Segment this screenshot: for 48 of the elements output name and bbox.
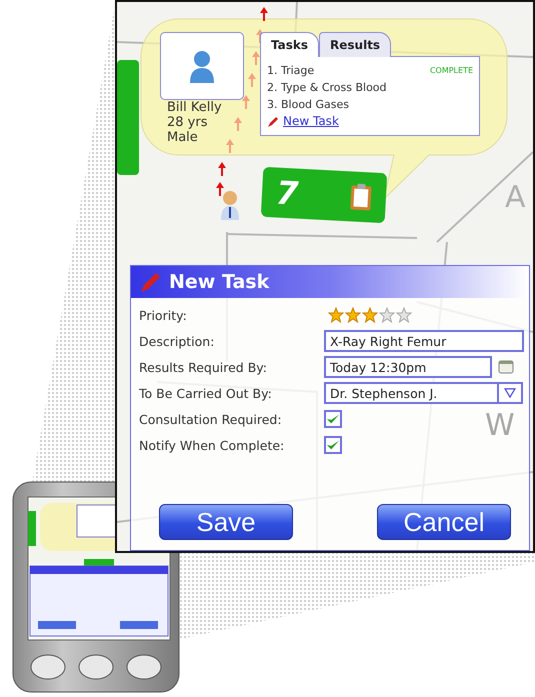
room-number: 7 (275, 174, 300, 213)
clipboard-icon (349, 182, 373, 212)
date-field[interactable]: Today 12:30pm (324, 356, 492, 378)
task-item: 2. Type & Cross Blood (267, 80, 387, 96)
star-icon (345, 307, 361, 323)
checkmark-icon (326, 412, 340, 426)
calendar-icon[interactable] (498, 360, 514, 374)
task-status: COMPLETE (430, 65, 473, 77)
route-arrow-icon (252, 51, 260, 65)
doctor-icon (220, 190, 240, 220)
map-label: A (505, 180, 526, 215)
route-arrow-icon (216, 182, 224, 196)
tab[interactable]: Tasks (260, 32, 320, 57)
task-item: 1. Triage (267, 63, 314, 79)
checkmark-icon (326, 438, 340, 452)
checkbox[interactable] (324, 436, 342, 454)
route-arrow-icon (260, 7, 268, 21)
field-label: Priority: (139, 308, 188, 322)
pen-icon (139, 270, 163, 294)
person-icon (188, 49, 216, 83)
route-arrow-icon (226, 139, 234, 153)
patient-age: 28 yrs (167, 115, 208, 130)
field-label: To Be Carried Out By: (139, 386, 273, 400)
pen-icon (267, 116, 279, 128)
patient-name: Bill Kelly (167, 100, 222, 115)
map-label: W (485, 408, 515, 443)
dialog-button[interactable]: Cancel (377, 504, 511, 540)
route-arrow-icon (234, 117, 242, 131)
field-label: Results Required By: (139, 360, 268, 374)
star-icon (379, 307, 395, 323)
dialog-button[interactable]: Save (159, 504, 293, 540)
dialog-title: New Task (169, 271, 270, 293)
checkbox[interactable] (324, 410, 342, 428)
patient-sex: Male (167, 130, 199, 145)
star-icon (328, 307, 344, 323)
field-label: Description: (139, 334, 216, 348)
assignee-dropdown[interactable]: Dr. Stephenson J. (324, 382, 523, 404)
route-arrow-icon (218, 162, 226, 176)
route-arrow-icon (248, 73, 256, 87)
field-label: Notify When Complete: (139, 438, 286, 452)
tab[interactable]: Results (319, 32, 392, 57)
route-arrow-icon (242, 95, 250, 109)
new-task-link[interactable]: New Task (283, 113, 339, 130)
task-item: 3. Blood Gases (267, 97, 350, 113)
description-field[interactable]: X-Ray Right Femur (324, 330, 524, 352)
star-icon (396, 307, 412, 323)
field-label: Consultation Required: (139, 412, 283, 426)
star-icon (362, 307, 378, 323)
